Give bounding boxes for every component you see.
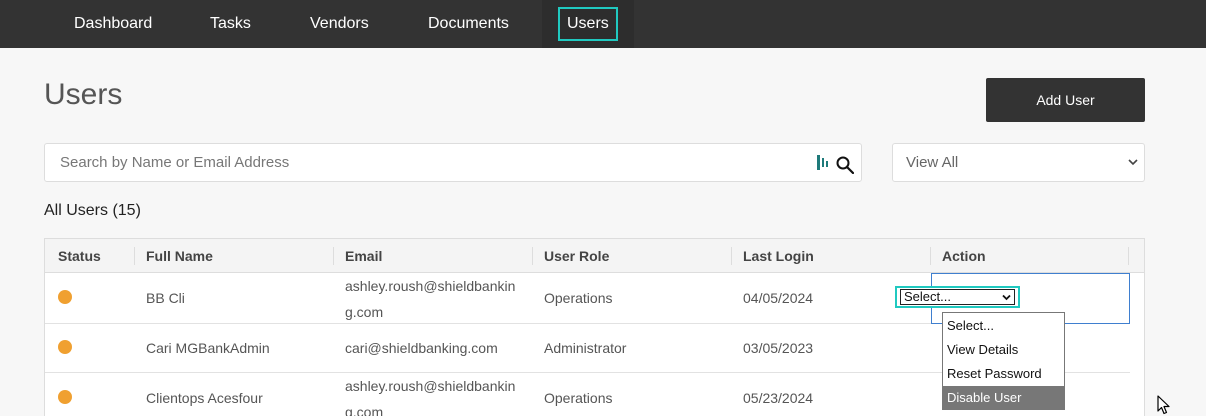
option-reset-password[interactable]: Reset Password (943, 362, 1064, 386)
nav-users-label: Users (558, 7, 618, 41)
all-users-count: All Users (15) (44, 202, 141, 219)
chevron-down-icon (1128, 159, 1138, 166)
page-title: Users (44, 78, 123, 111)
nav-users[interactable]: Users (542, 0, 634, 48)
search-input[interactable] (60, 144, 800, 181)
header-user-role[interactable]: User Role (544, 239, 609, 273)
cell-last-login: 04/05/2024 (743, 290, 814, 306)
nav-vendors-label: Vendors (310, 15, 369, 32)
cell-last-login: 05/23/2024 (743, 390, 814, 406)
header-divider (1128, 247, 1129, 265)
header-email[interactable]: Email (345, 239, 382, 273)
status-dot (58, 390, 72, 404)
status-dot (58, 290, 72, 304)
header-divider (134, 247, 135, 265)
header-divider (930, 247, 931, 265)
header-divider (333, 247, 334, 265)
cell-user-role: Administrator (544, 340, 627, 356)
nav-tasks-label: Tasks (210, 15, 251, 32)
action-select-box[interactable]: Select... (900, 289, 1015, 305)
view-filter-select[interactable]: View All (892, 143, 1145, 182)
option-select[interactable]: Select... (943, 314, 1064, 338)
view-filter-value: View All (906, 154, 959, 171)
search-box (44, 143, 862, 182)
header-divider (532, 247, 533, 265)
cell-email: cari@shieldbanking.com (345, 340, 498, 356)
table-header: Status Full Name Email User Role Last Lo… (45, 239, 1144, 273)
cell-last-login: 03/05/2023 (743, 340, 814, 356)
header-full-name[interactable]: Full Name (146, 239, 213, 273)
cell-user-role: Operations (544, 290, 613, 306)
search-icon[interactable] (836, 156, 854, 174)
nav-documents-label: Documents (428, 15, 509, 32)
header-divider (731, 247, 732, 265)
cell-full-name: Cari MGBankAdmin (146, 340, 270, 356)
top-navigation: Dashboard Tasks Vendors Documents Users (0, 0, 1206, 48)
action-select[interactable]: Select... (895, 286, 1020, 308)
option-disable-user[interactable]: Disable User (943, 386, 1064, 410)
action-dropdown-list: Select... View Details Reset Password Di… (942, 312, 1065, 410)
status-dot (58, 340, 72, 354)
header-status[interactable]: Status (58, 239, 101, 273)
action-select-value: Select... (904, 289, 951, 304)
nav-dashboard-label: Dashboard (74, 15, 153, 32)
header-action: Action (942, 248, 986, 264)
option-view-details[interactable]: View Details (943, 338, 1064, 362)
add-user-button[interactable]: Add User (986, 78, 1145, 122)
chevron-down-icon (1002, 294, 1011, 301)
cell-full-name: Clientops Acesfour (146, 390, 263, 406)
cell-email: ashley.roush@shieldbanking.com (345, 378, 516, 416)
cell-full-name: BB Cli (146, 290, 185, 306)
nav-documents[interactable]: Documents (412, 0, 525, 48)
password-manager-icon[interactable] (817, 155, 829, 170)
cell-user-role: Operations (544, 390, 613, 406)
nav-vendors[interactable]: Vendors (294, 0, 385, 48)
nav-tasks[interactable]: Tasks (194, 0, 267, 48)
mouse-cursor-icon (1157, 395, 1170, 415)
nav-dashboard[interactable]: Dashboard (58, 0, 168, 48)
cell-email: ashley.roush@shieldbanking.com (345, 278, 516, 320)
header-last-login[interactable]: Last Login (743, 239, 814, 273)
